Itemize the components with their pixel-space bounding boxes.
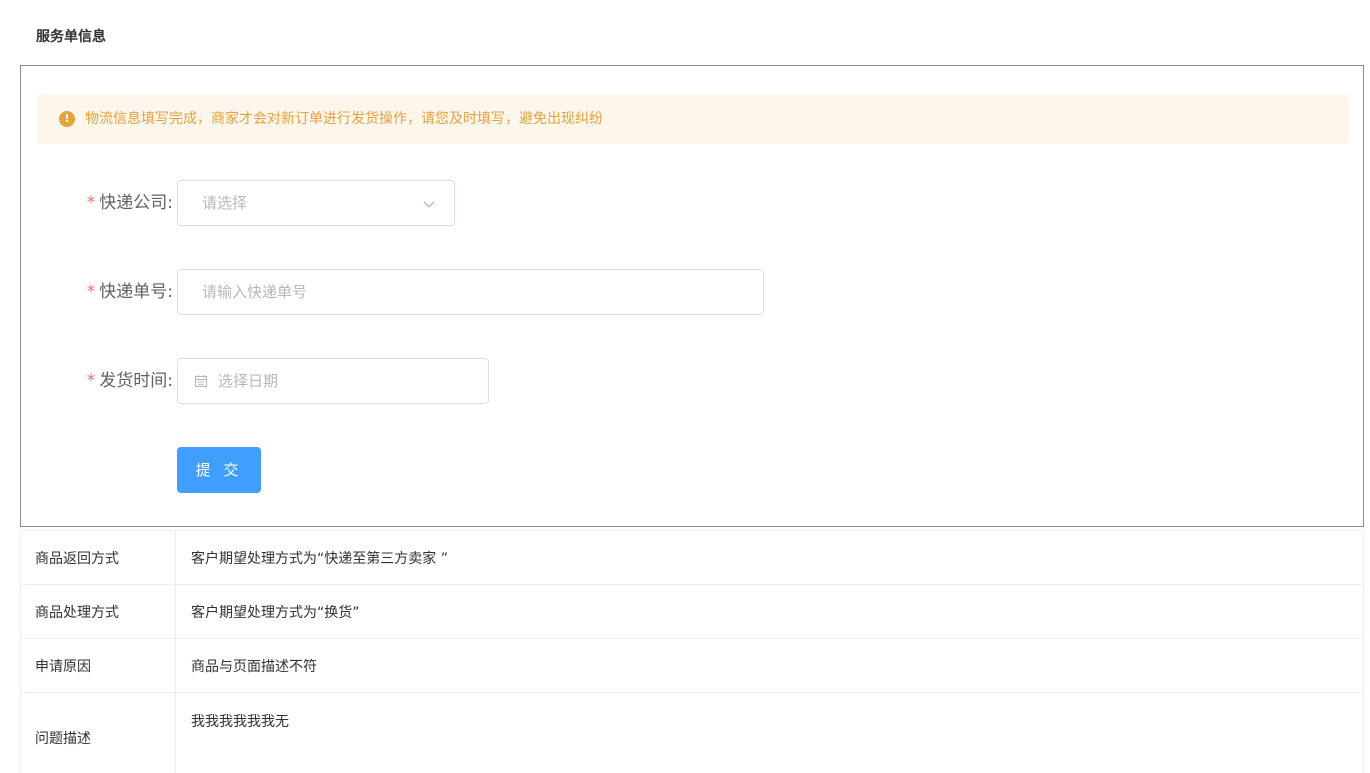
row-key: 商品返回方式	[20, 530, 176, 585]
courier-company-placeholder: 请选择	[202, 194, 248, 212]
row-key: 商品处理方式	[20, 584, 176, 639]
table-row: 商品处理方式 客户期望处理方式为“换货”	[20, 584, 1364, 639]
required-star: *	[86, 193, 96, 213]
table-row: 商品返回方式 客户期望处理方式为“快递至第三方卖家 ”	[20, 530, 1364, 585]
alert-message: 物流信息填写完成，商家才会对新订单进行发货操作，请您及时填写，避免出现纠纷	[85, 111, 603, 127]
row-value: 我我我我我我无	[175, 692, 1364, 773]
courier-company-select[interactable]: 请选择	[177, 180, 455, 226]
row-value: 客户期望处理方式为“快递至第三方卖家 ”	[175, 530, 1364, 585]
form-row-ship-time: * 发货时间: 选择日期	[21, 358, 1363, 404]
form-row-tracking-number: * 快递单号: 请输入快递单号	[21, 269, 1363, 315]
submit-button[interactable]: 提 交	[177, 447, 261, 493]
service-info-table: 商品返回方式 客户期望处理方式为“快递至第三方卖家 ” 商品处理方式 客户期望处…	[20, 530, 1364, 773]
ship-time-label-text: 发货时间:	[99, 371, 173, 391]
ship-date-placeholder: 选择日期	[218, 372, 279, 390]
table-row: 问题描述 我我我我我我无	[20, 692, 1364, 773]
ship-time-label: * 发货时间:	[87, 358, 173, 404]
courier-company-label-text: 快递公司:	[99, 193, 173, 213]
row-value: 商品与页面描述不符	[175, 638, 1364, 693]
table-row: 申请原因 商品与页面描述不符	[20, 638, 1364, 693]
required-star: *	[86, 371, 96, 391]
courier-company-label: * 快递公司:	[87, 180, 173, 226]
warning-alert: ! 物流信息填写完成，商家才会对新订单进行发货操作，请您及时填写，避免出现纠纷	[37, 94, 1349, 144]
page: 服务单信息 ! 物流信息填写完成，商家才会对新订单进行发货操作，请您及时填写，避…	[0, 0, 1370, 773]
chevron-down-icon	[423, 201, 435, 208]
calendar-icon	[194, 375, 208, 388]
section-title: 服务单信息	[36, 29, 106, 45]
tracking-number-input[interactable]: 请输入快递单号	[177, 269, 764, 315]
required-star: *	[86, 282, 96, 302]
row-key: 申请原因	[20, 638, 176, 693]
tracking-number-label-text: 快递单号:	[99, 282, 173, 302]
tracking-number-placeholder: 请输入快递单号	[202, 283, 308, 301]
logistics-form: ! 物流信息填写完成，商家才会对新订单进行发货操作，请您及时填写，避免出现纠纷 …	[20, 65, 1364, 527]
form-row-courier-company: * 快递公司: 请选择	[21, 180, 1363, 226]
ship-date-picker[interactable]: 选择日期	[177, 358, 489, 404]
tracking-number-label: * 快递单号:	[87, 269, 173, 315]
row-key: 问题描述	[20, 692, 176, 773]
row-value: 客户期望处理方式为“换货”	[175, 584, 1364, 639]
warning-circle-icon: !	[59, 111, 75, 127]
